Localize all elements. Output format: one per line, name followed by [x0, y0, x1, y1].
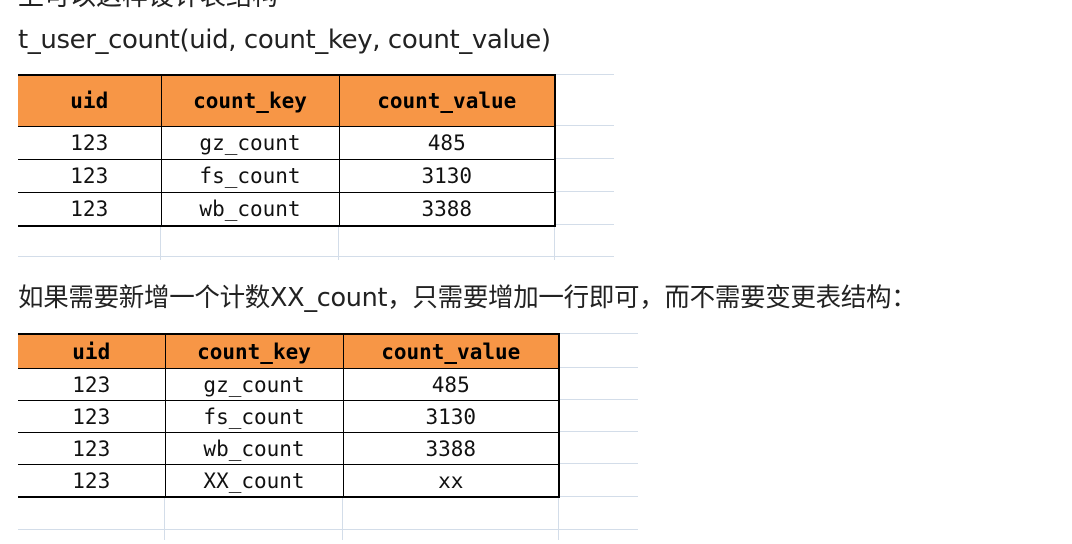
- column-header-uid: uid: [18, 75, 162, 127]
- cell-count-value: xx: [342, 464, 560, 497]
- cell-uid: 123: [18, 464, 166, 497]
- cell-count-value: 485: [342, 368, 560, 401]
- table-row: 123 wb_count 3388: [18, 192, 556, 226]
- new-count-note-text: 如果需要新增一个计数XX_count，只需要增加一行即可，而不需要变更表结构：: [18, 283, 917, 313]
- column-header-count-value: count_value: [342, 334, 560, 369]
- cell-count-key: gz_count: [164, 368, 344, 401]
- cell-count-value: 485: [338, 126, 556, 160]
- cell-count-key: fs_count: [160, 159, 340, 193]
- cell-count-key: XX_count: [164, 464, 344, 497]
- spreadsheet-snippet-original: uid count_key count_value 123 gz_count 4…: [18, 74, 614, 260]
- cell-uid: 123: [18, 192, 162, 226]
- spreadsheet-snippet-extended: uid count_key count_value 123 gz_count 4…: [18, 333, 638, 540]
- cropped-intro-text: 上可以这样设计表结构: [18, 0, 278, 11]
- cell-uid: 123: [18, 159, 162, 193]
- cell-uid: 123: [18, 432, 166, 465]
- table-row: 123 gz_count 485: [18, 368, 560, 401]
- cell-count-key: fs_count: [164, 400, 344, 433]
- cell-count-key: wb_count: [160, 192, 340, 226]
- column-header-uid: uid: [18, 334, 166, 369]
- column-header-count-value: count_value: [338, 75, 556, 127]
- table-row: 123 wb_count 3388: [18, 432, 560, 465]
- column-header-count-key: count_key: [164, 334, 344, 369]
- cell-uid: 123: [18, 368, 166, 401]
- table-row: 123 gz_count 485: [18, 126, 556, 160]
- cell-count-value: 3130: [342, 400, 560, 433]
- table-header-row: uid count_key count_value: [18, 75, 556, 127]
- table-row: 123 fs_count 3130: [18, 400, 560, 433]
- user-count-table: uid count_key count_value 123 gz_count 4…: [18, 74, 556, 227]
- cell-uid: 123: [18, 126, 162, 160]
- column-header-count-key: count_key: [160, 75, 340, 127]
- schema-definition-text: t_user_count(uid, count_key, count_value…: [18, 25, 551, 55]
- cell-count-key: wb_count: [164, 432, 344, 465]
- cell-uid: 123: [18, 400, 166, 433]
- cell-count-key: gz_count: [160, 126, 340, 160]
- user-count-table-extended: uid count_key count_value 123 gz_count 4…: [18, 333, 560, 498]
- table-row-new: 123 XX_count xx: [18, 464, 560, 497]
- table-row: 123 fs_count 3130: [18, 159, 556, 193]
- cell-count-value: 3388: [338, 192, 556, 226]
- table-header-row: uid count_key count_value: [18, 334, 560, 369]
- cell-count-value: 3388: [342, 432, 560, 465]
- cell-count-value: 3130: [338, 159, 556, 193]
